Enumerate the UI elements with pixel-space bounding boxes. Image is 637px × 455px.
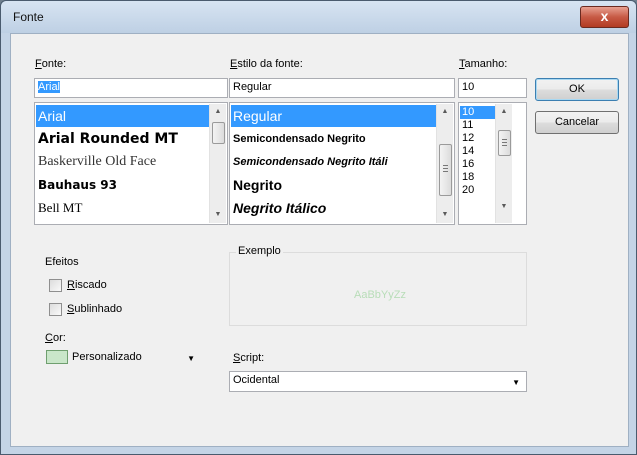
script-value: Ocidental: [233, 374, 280, 386]
underline-label[interactable]: Sublinhado: [67, 303, 122, 315]
style-label: Estilo da fonte:: [230, 58, 303, 70]
cancel-button[interactable]: Cancelar: [535, 111, 619, 134]
effects-group: Efeitos Riscado Sublinhado: [35, 256, 211, 336]
style-list-item[interactable]: Negrito Itálico: [231, 197, 437, 219]
font-list-item[interactable]: Baskerville Old Face: [36, 151, 210, 173]
color-swatch: [46, 350, 68, 364]
chevron-down-icon: ▼: [512, 378, 520, 387]
style-list-scrollbar[interactable]: ▲ ▼: [436, 104, 453, 223]
style-list-item[interactable]: Regular: [231, 105, 437, 127]
effects-title: Efeitos: [43, 256, 81, 268]
font-name-input[interactable]: Arial: [34, 78, 228, 98]
font-list[interactable]: Arial Arial Rounded MT Baskerville Old F…: [34, 102, 228, 225]
strikeout-label[interactable]: Riscado: [67, 279, 107, 291]
font-size-input[interactable]: 10: [458, 78, 527, 98]
style-list-item[interactable]: Semicondensado Negrito Itáli: [231, 151, 437, 173]
size-label: Tamanho:: [459, 58, 508, 70]
scroll-thumb[interactable]: [212, 122, 225, 144]
dialog-title: Fonte: [13, 10, 44, 24]
ok-button[interactable]: OK: [535, 78, 619, 101]
size-list-scrollbar[interactable]: ▲ ▼: [495, 104, 512, 223]
scroll-thumb[interactable]: [498, 130, 511, 156]
size-list-item[interactable]: 11: [460, 119, 496, 132]
scroll-down-icon[interactable]: ▼: [496, 199, 512, 215]
underline-checkbox[interactable]: [49, 303, 62, 316]
sample-title: Exemplo: [236, 245, 283, 257]
size-list-item[interactable]: 16: [460, 158, 496, 171]
scroll-down-icon[interactable]: ▼: [437, 207, 453, 223]
scroll-up-icon[interactable]: ▲: [210, 104, 226, 120]
style-list-item[interactable]: Semicondensado Negrito: [231, 128, 437, 150]
sample-preview: AaBbYyZz: [354, 289, 406, 301]
size-list-item[interactable]: 18: [460, 171, 496, 184]
color-label: Cor:: [45, 332, 66, 344]
close-icon: x: [600, 8, 609, 24]
font-list-scrollbar[interactable]: ▲ ▼: [209, 104, 226, 223]
style-list-item[interactable]: Negrito: [231, 174, 437, 196]
close-button[interactable]: x: [580, 6, 629, 28]
scroll-up-icon[interactable]: ▲: [437, 104, 453, 120]
font-list-item[interactable]: Bauhaus 93: [36, 174, 210, 196]
font-label: Fonte:: [35, 58, 67, 70]
font-list-item[interactable]: Arial Rounded MT: [36, 128, 210, 150]
scroll-down-icon[interactable]: ▼: [210, 207, 226, 223]
font-style-list[interactable]: Regular Semicondensado Negrito Semiconde…: [229, 102, 455, 225]
font-list-item[interactable]: Bell MT: [36, 197, 210, 219]
script-select[interactable]: Ocidental ▼: [229, 371, 527, 392]
font-dialog: Fonte x Fonte: Arial Arial Arial Rounded…: [0, 0, 637, 455]
font-list-item[interactable]: Arial: [36, 105, 210, 127]
sample-group: Exemplo AaBbYyZz: [229, 245, 527, 326]
strikeout-checkbox[interactable]: [49, 279, 62, 292]
color-select[interactable]: Personalizado ▼: [43, 347, 201, 369]
script-label: Script:: [233, 352, 265, 364]
size-list-item[interactable]: 14: [460, 145, 496, 158]
font-style-input[interactable]: Regular: [229, 78, 455, 98]
size-list-item[interactable]: 20: [460, 184, 496, 197]
scroll-thumb[interactable]: [439, 144, 452, 196]
color-value: Personalizado: [72, 350, 142, 363]
dialog-body: Fonte: Arial Arial Arial Rounded MT Bask…: [10, 33, 629, 447]
chevron-down-icon: ▼: [187, 354, 195, 363]
scroll-up-icon[interactable]: ▲: [496, 104, 512, 120]
size-list-item[interactable]: 10: [460, 106, 496, 119]
font-size-list[interactable]: 10 11 12 14 16 18 20 ▲ ▼: [458, 102, 527, 225]
size-list-item[interactable]: 12: [460, 132, 496, 145]
title-bar: Fonte x: [1, 1, 636, 33]
